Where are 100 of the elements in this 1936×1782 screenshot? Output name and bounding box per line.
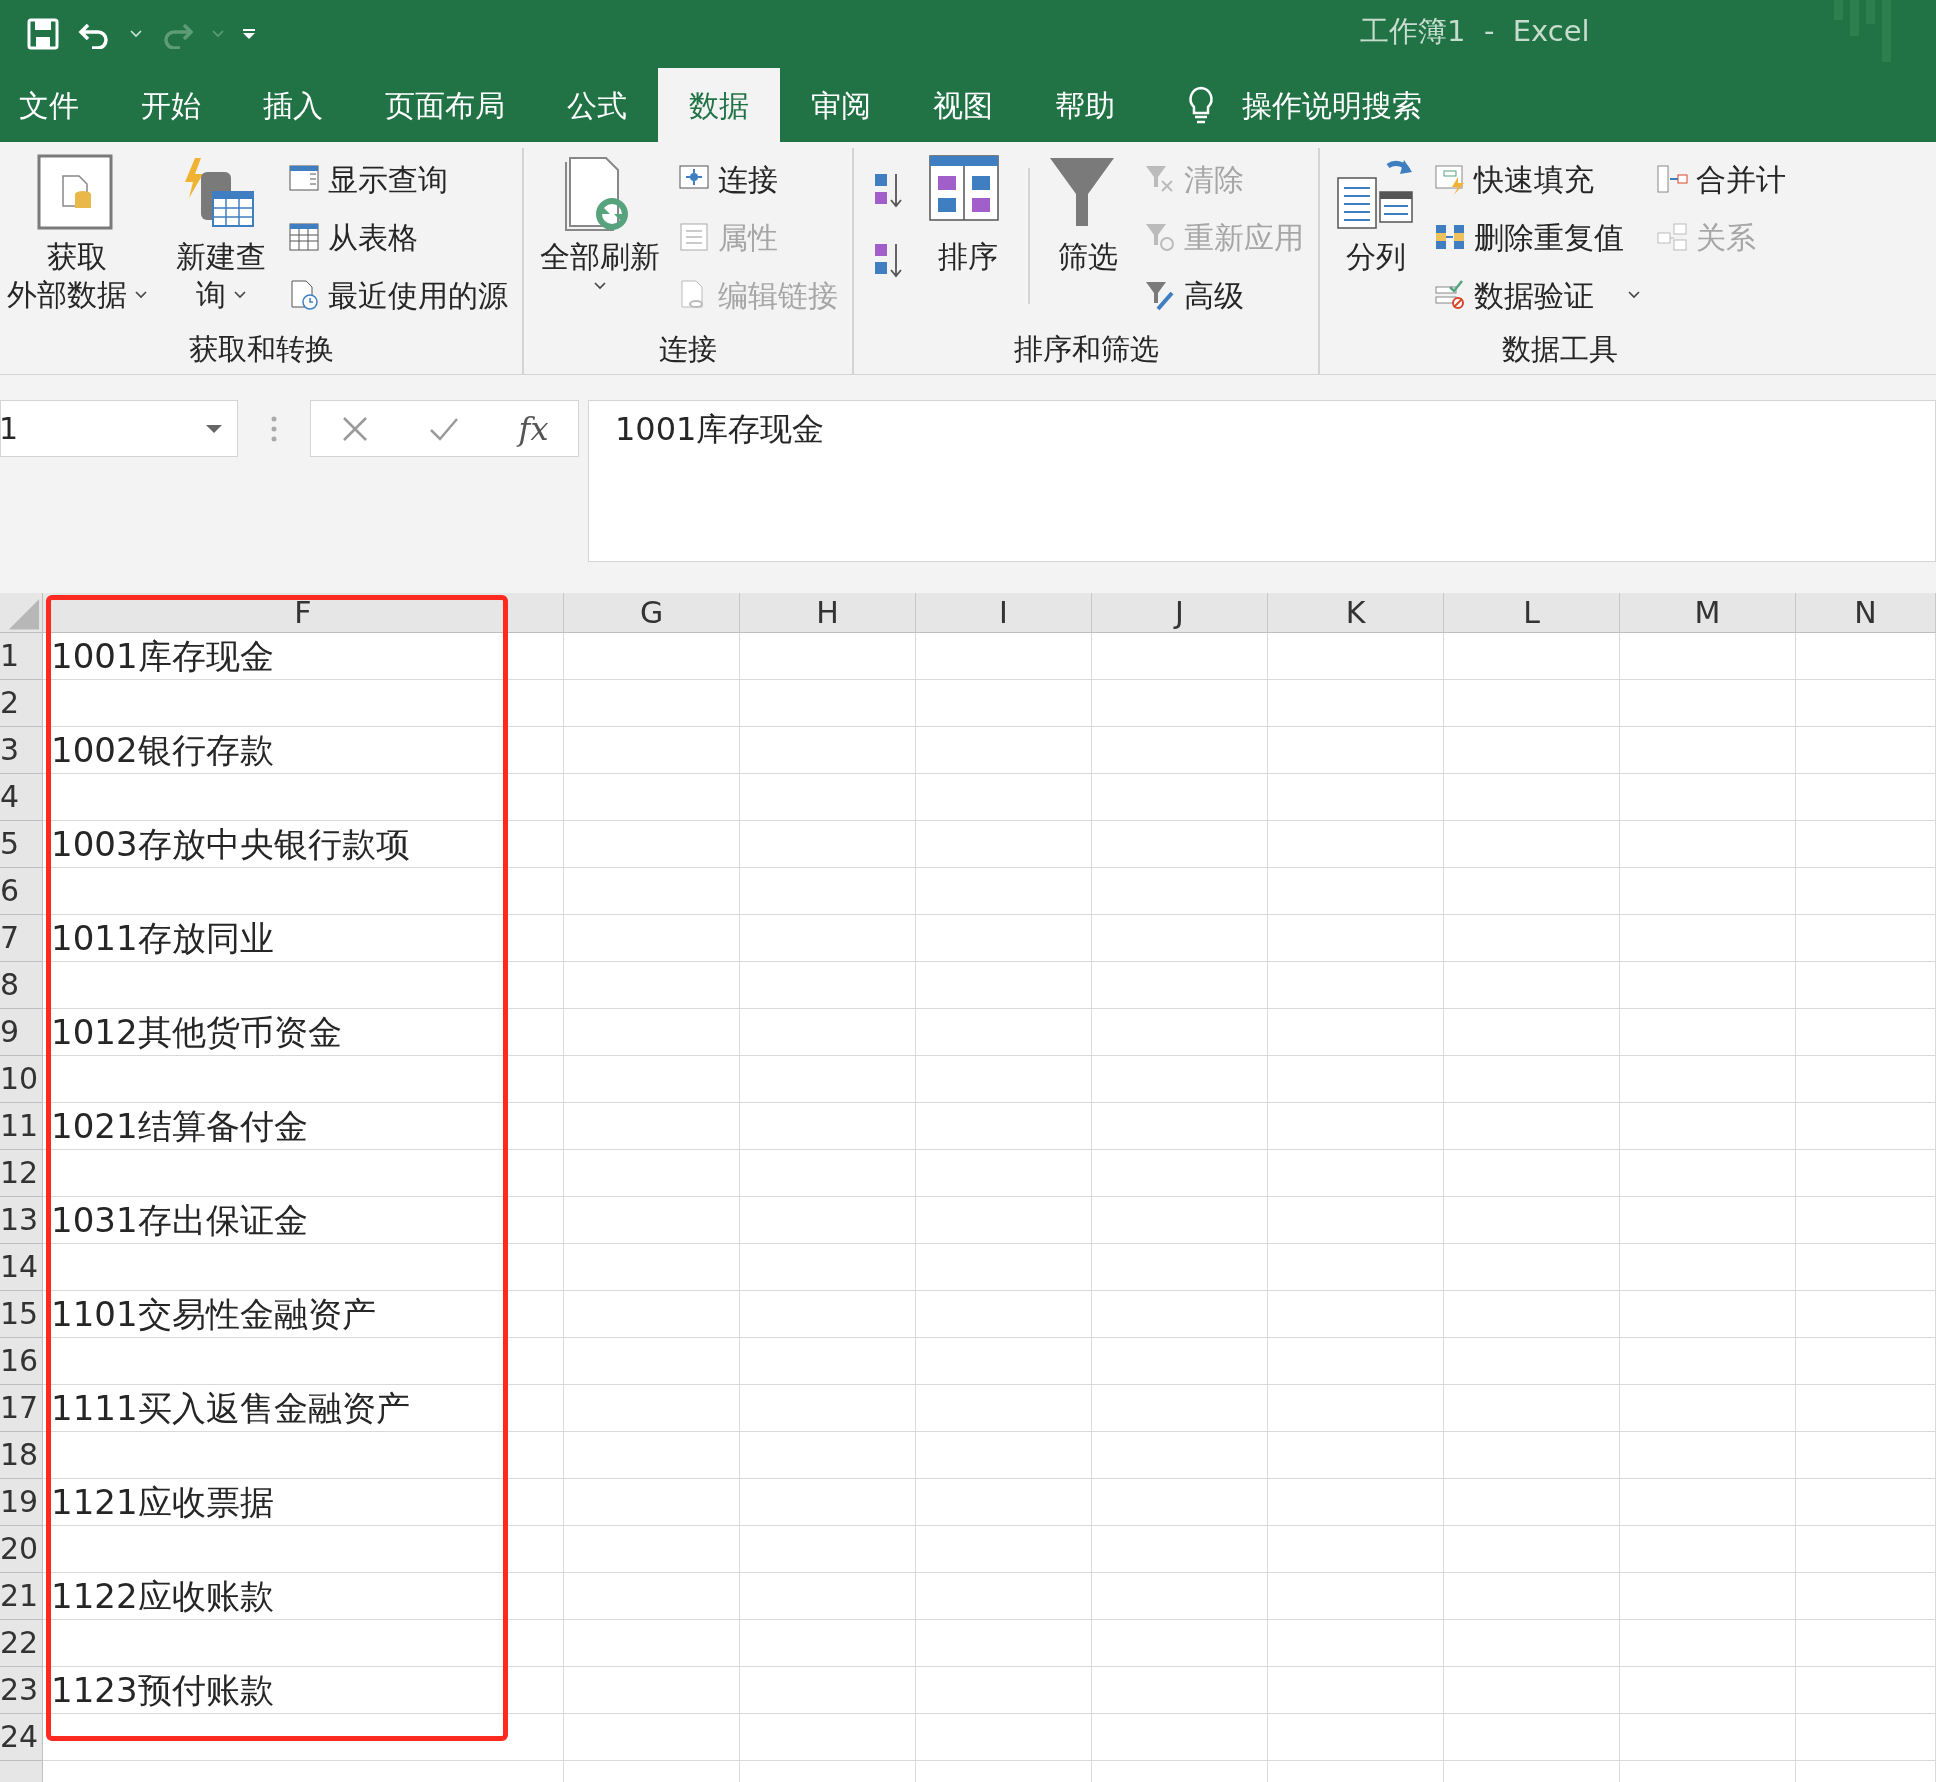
table-cell[interactable] bbox=[564, 1714, 740, 1761]
ribbon-button[interactable]: 显示查询 bbox=[288, 156, 508, 202]
table-cell[interactable] bbox=[564, 1056, 740, 1103]
table-cell[interactable] bbox=[1444, 680, 1620, 727]
table-cell[interactable] bbox=[1444, 1620, 1620, 1667]
table-cell[interactable] bbox=[916, 1009, 1092, 1056]
table-cell[interactable] bbox=[1796, 1573, 1936, 1620]
table-cell[interactable] bbox=[740, 680, 916, 727]
table-cell[interactable] bbox=[1092, 1432, 1268, 1479]
table-cell[interactable] bbox=[916, 962, 1092, 1009]
table-cell[interactable] bbox=[43, 962, 564, 1009]
ribbon-button[interactable]: 最近使用的源 bbox=[288, 272, 508, 318]
table-cell[interactable] bbox=[1092, 680, 1268, 727]
table-cell[interactable] bbox=[1092, 1291, 1268, 1338]
table-cell[interactable] bbox=[1268, 1479, 1444, 1526]
table-cell[interactable] bbox=[740, 1197, 916, 1244]
row-header[interactable]: 10 bbox=[0, 1056, 43, 1103]
table-cell[interactable] bbox=[916, 1197, 1092, 1244]
table-cell[interactable] bbox=[1620, 727, 1796, 774]
save-icon[interactable] bbox=[26, 17, 60, 51]
table-cell[interactable] bbox=[43, 680, 564, 727]
ribbon-button[interactable]: 筛选 bbox=[1040, 148, 1136, 276]
table-cell[interactable]: 1003存放中央银行款项 bbox=[43, 821, 564, 868]
table-cell[interactable] bbox=[1268, 1573, 1444, 1620]
table-cell[interactable] bbox=[1444, 1338, 1620, 1385]
row-header[interactable]: 15 bbox=[0, 1291, 43, 1338]
table-cell[interactable] bbox=[916, 1291, 1092, 1338]
row-header[interactable]: 21 bbox=[0, 1573, 43, 1620]
table-cell[interactable] bbox=[1620, 680, 1796, 727]
table-cell[interactable] bbox=[1796, 962, 1936, 1009]
table-cell[interactable] bbox=[1620, 821, 1796, 868]
table-cell[interactable]: 1111买入返售金融资产 bbox=[43, 1385, 564, 1432]
table-cell[interactable] bbox=[564, 633, 740, 680]
table-cell[interactable] bbox=[1268, 1338, 1444, 1385]
row-header[interactable]: 8 bbox=[0, 962, 43, 1009]
table-cell[interactable] bbox=[1444, 1432, 1620, 1479]
table-cell[interactable] bbox=[916, 1620, 1092, 1667]
table-cell[interactable] bbox=[43, 1714, 564, 1761]
table-cell[interactable] bbox=[1092, 1103, 1268, 1150]
row-header[interactable]: 23 bbox=[0, 1667, 43, 1714]
table-cell[interactable] bbox=[916, 1479, 1092, 1526]
table-cell[interactable] bbox=[1092, 1620, 1268, 1667]
table-cell[interactable] bbox=[1444, 1009, 1620, 1056]
table-cell[interactable] bbox=[1444, 727, 1620, 774]
table-cell[interactable] bbox=[564, 1385, 740, 1432]
table-cell[interactable] bbox=[1796, 1056, 1936, 1103]
table-cell[interactable] bbox=[1268, 1244, 1444, 1291]
ribbon-button[interactable]: 合并计 bbox=[1656, 156, 1786, 202]
table-cell[interactable] bbox=[1268, 962, 1444, 1009]
table-cell[interactable] bbox=[43, 774, 564, 821]
table-cell[interactable] bbox=[740, 1385, 916, 1432]
table-cell[interactable] bbox=[740, 1573, 916, 1620]
name-box[interactable]: 1 bbox=[0, 400, 238, 457]
table-cell[interactable] bbox=[1620, 1667, 1796, 1714]
row-header[interactable]: 7 bbox=[0, 915, 43, 962]
table-cell[interactable] bbox=[1268, 1432, 1444, 1479]
table-cell[interactable] bbox=[564, 1291, 740, 1338]
row-header[interactable]: 3 bbox=[0, 727, 43, 774]
table-cell[interactable] bbox=[1444, 633, 1620, 680]
table-cell[interactable] bbox=[1796, 1338, 1936, 1385]
table-cell[interactable] bbox=[1796, 1620, 1936, 1667]
table-cell[interactable] bbox=[916, 915, 1092, 962]
table-cell[interactable] bbox=[1268, 1385, 1444, 1432]
table-cell[interactable] bbox=[1092, 821, 1268, 868]
table-cell[interactable] bbox=[740, 1291, 916, 1338]
ribbon-button[interactable]: 从表格 bbox=[288, 214, 508, 260]
table-cell[interactable] bbox=[1620, 1526, 1796, 1573]
table-cell[interactable]: 1122应收账款 bbox=[43, 1573, 564, 1620]
column-header[interactable]: L bbox=[1444, 593, 1620, 633]
table-cell[interactable] bbox=[564, 1667, 740, 1714]
table-cell[interactable] bbox=[1444, 962, 1620, 1009]
table-cell[interactable] bbox=[1620, 1620, 1796, 1667]
ribbon-button[interactable]: 删除重复值 bbox=[1434, 214, 1640, 260]
table-cell[interactable] bbox=[564, 1573, 740, 1620]
row-header[interactable]: 24 bbox=[0, 1714, 43, 1761]
table-cell[interactable] bbox=[1268, 1667, 1444, 1714]
table-cell[interactable] bbox=[1796, 1291, 1936, 1338]
table-cell[interactable] bbox=[43, 1432, 564, 1479]
row-header[interactable]: 2 bbox=[0, 680, 43, 727]
row-header[interactable]: 12 bbox=[0, 1150, 43, 1197]
ribbon-button[interactable]: 连接 bbox=[678, 156, 838, 202]
table-cell[interactable] bbox=[564, 1479, 740, 1526]
table-cell[interactable] bbox=[1796, 1526, 1936, 1573]
row-header[interactable]: 13 bbox=[0, 1197, 43, 1244]
table-cell[interactable] bbox=[740, 1056, 916, 1103]
table-cell[interactable] bbox=[740, 915, 916, 962]
table-cell[interactable] bbox=[740, 1338, 916, 1385]
table-cell[interactable] bbox=[1268, 680, 1444, 727]
table-cell[interactable] bbox=[1092, 1667, 1268, 1714]
table-cell[interactable] bbox=[1268, 633, 1444, 680]
table-cell[interactable] bbox=[1092, 962, 1268, 1009]
table-cell[interactable] bbox=[1620, 1150, 1796, 1197]
table-cell[interactable] bbox=[916, 868, 1092, 915]
table-cell[interactable]: 1123预付账款 bbox=[43, 1667, 564, 1714]
table-cell[interactable] bbox=[1444, 1714, 1620, 1761]
table-cell[interactable] bbox=[1620, 915, 1796, 962]
table-cell[interactable] bbox=[564, 1244, 740, 1291]
table-cell[interactable] bbox=[1268, 915, 1444, 962]
table-cell[interactable] bbox=[1268, 1526, 1444, 1573]
table-cell[interactable] bbox=[916, 1526, 1092, 1573]
